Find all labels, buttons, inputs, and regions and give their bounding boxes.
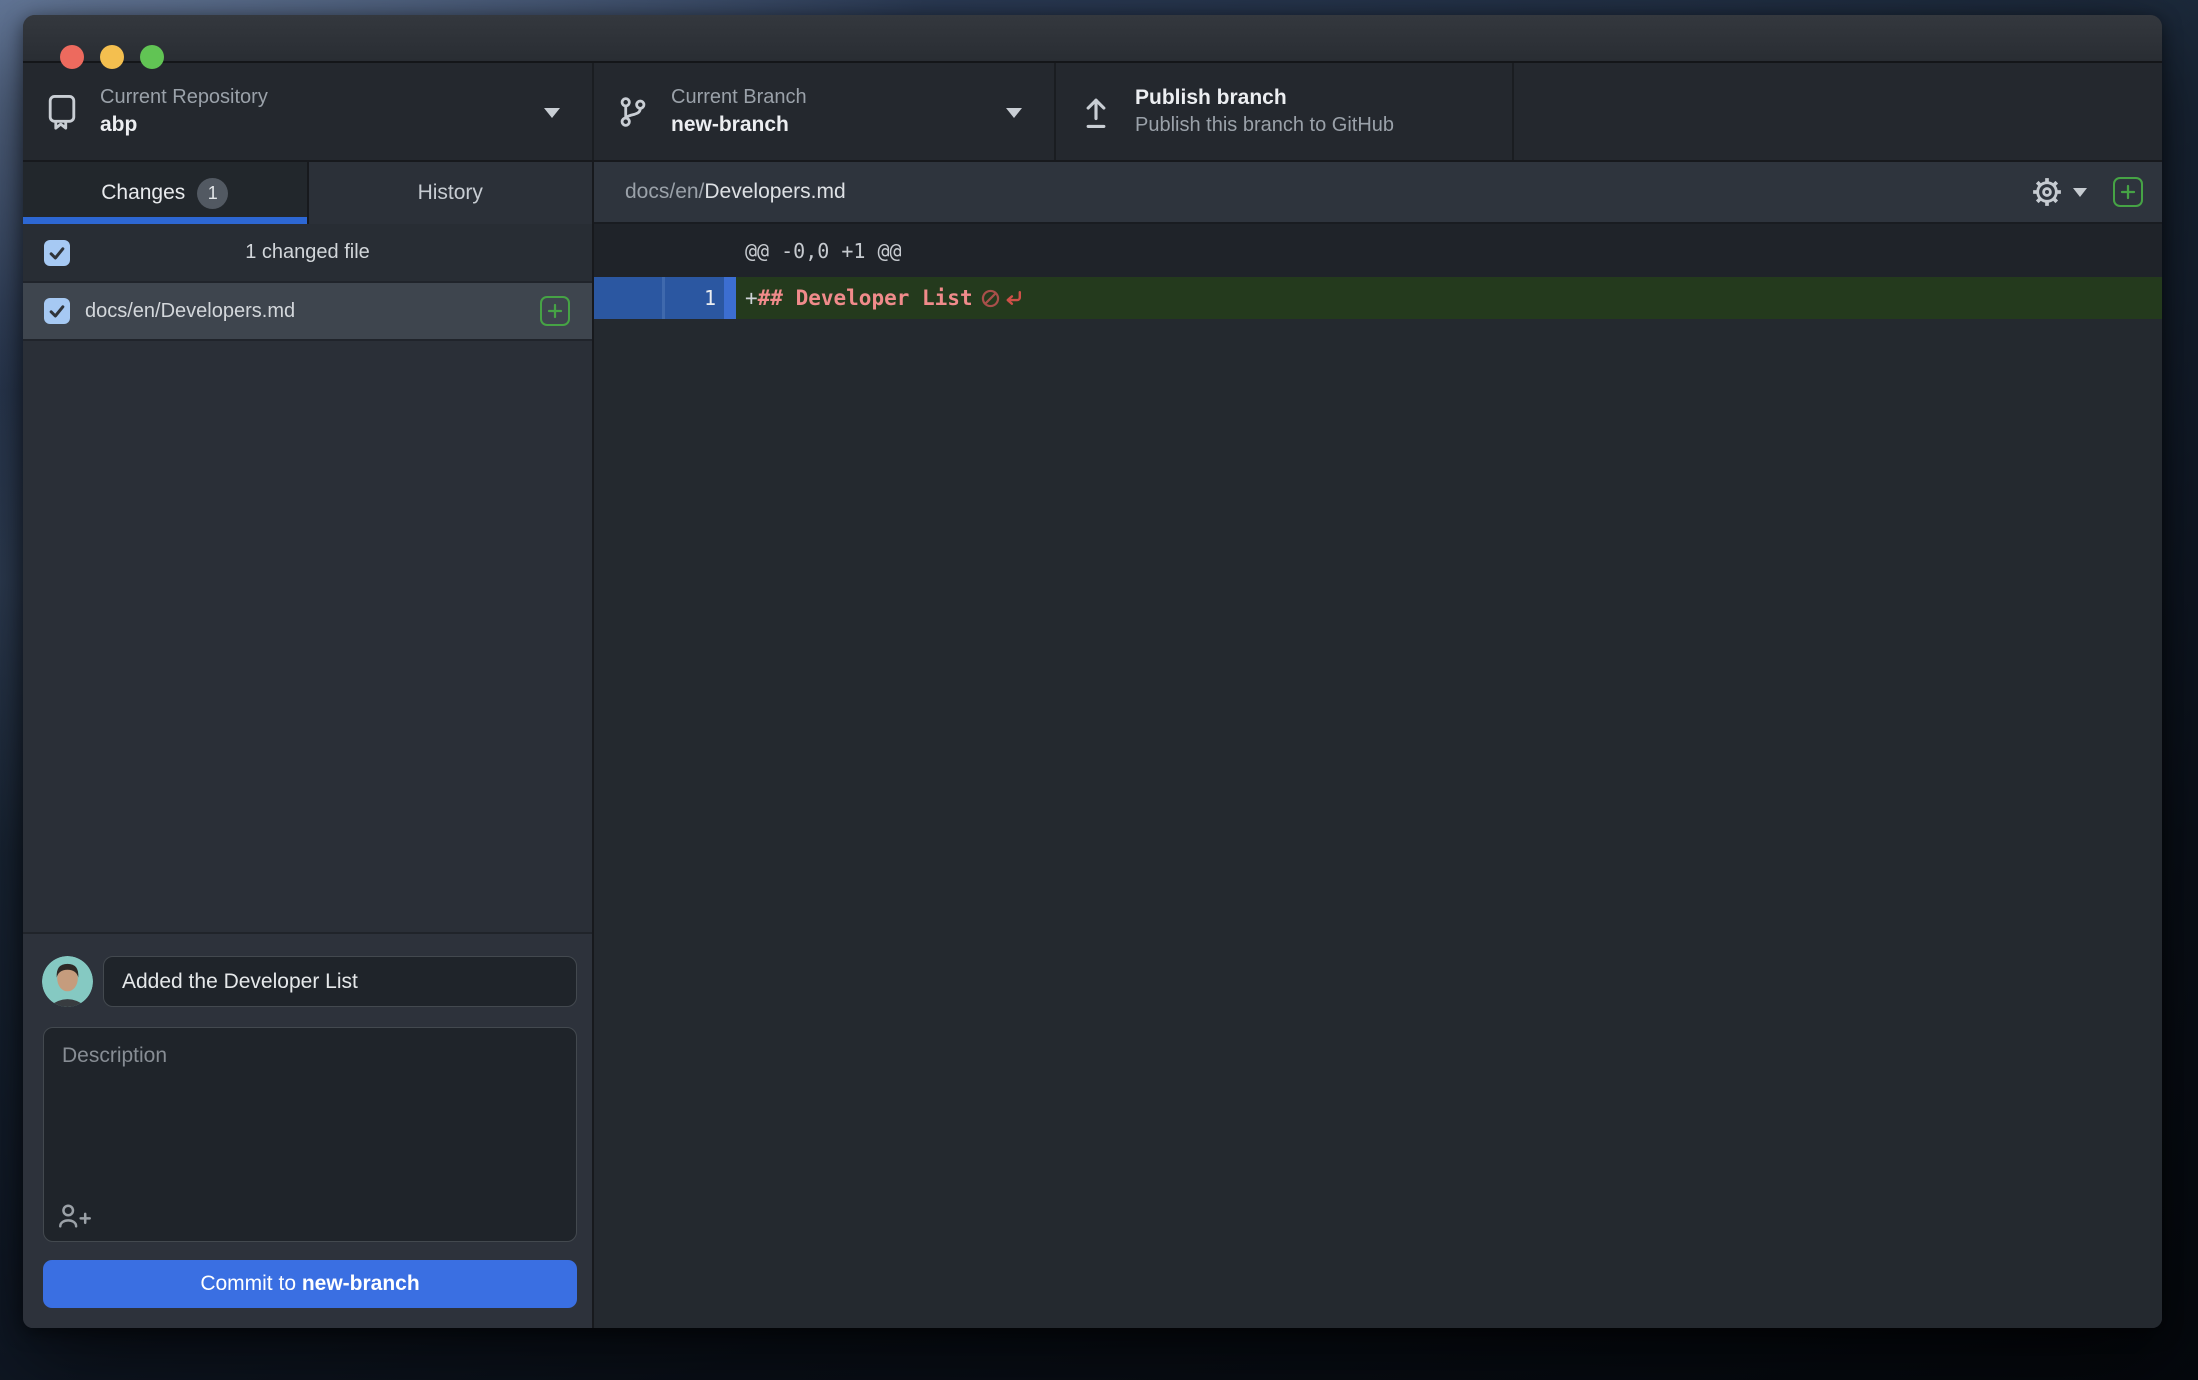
gear-icon [2030, 175, 2064, 209]
add-coauthor-icon[interactable] [58, 1201, 92, 1229]
no-newline-icon [980, 288, 1001, 309]
diff-options-button[interactable] [2030, 175, 2087, 209]
diff-pane: docs/en/Developers.md [594, 162, 2162, 1328]
diff-empty-area [594, 319, 2162, 1328]
active-tab-indicator [23, 217, 307, 224]
gutter-selected-strip [724, 277, 736, 319]
file-row[interactable]: docs/en/Developers.md [23, 283, 592, 341]
sidebar: Changes 1 History 1 changed file docs/ [23, 162, 594, 1328]
hunk-header-text: @@ -0,0 +1 @@ [594, 239, 902, 263]
expand-diff-button[interactable] [2113, 177, 2143, 207]
github-desktop-window: Current Repository abp Current Branch ne… [23, 15, 2162, 1328]
commit-description-box [43, 1027, 577, 1242]
toolbar: Current Repository abp Current Branch ne… [23, 63, 2162, 162]
changes-count-badge: 1 [197, 178, 228, 209]
diff-file-dir: docs/en/ [625, 180, 704, 203]
commit-area: Commit to new-branch [23, 932, 592, 1328]
diff-file-name: Developers.md [704, 180, 845, 203]
current-branch-value: new-branch [671, 112, 807, 138]
return-arrow-icon [1003, 288, 1024, 309]
chevron-down-icon [1006, 108, 1022, 118]
current-repository-selector[interactable]: Current Repository abp [23, 63, 594, 160]
current-branch-label: Current Branch [671, 85, 807, 110]
commit-button[interactable]: Commit to new-branch [43, 1260, 577, 1308]
added-file-icon[interactable] [540, 296, 570, 326]
repo-icon [47, 94, 77, 130]
tab-history-label: History [418, 181, 483, 205]
diff-plus-sign: + [745, 286, 758, 310]
added-line-content: +## Developer List [736, 286, 1024, 310]
title-bar [23, 15, 2162, 63]
chevron-down-icon [2073, 188, 2087, 197]
diff-added-line[interactable]: 1 +## Developer List [594, 277, 2162, 319]
branch-icon [618, 95, 648, 129]
hunk-header-row: @@ -0,0 +1 @@ [594, 224, 2162, 277]
file-list-empty-area [23, 341, 592, 932]
user-avatar [42, 956, 93, 1007]
diff-file-header: docs/en/Developers.md [594, 162, 2162, 224]
current-repository-label: Current Repository [100, 85, 268, 110]
new-line-number-cell[interactable]: 1 [665, 277, 724, 319]
tab-changes-label: Changes [101, 181, 185, 205]
commit-summary-input[interactable] [103, 956, 577, 1007]
changed-files-count: 1 changed file [23, 241, 592, 264]
commit-description-input[interactable] [44, 1028, 576, 1188]
old-line-number-cell[interactable] [594, 277, 662, 319]
file-checkbox[interactable] [44, 298, 70, 324]
current-repository-value: abp [100, 112, 268, 138]
toolbar-spacer [1514, 63, 2162, 160]
current-branch-selector[interactable]: Current Branch new-branch [594, 63, 1056, 160]
sidebar-tabs: Changes 1 History [23, 162, 592, 224]
file-path: docs/en/Developers.md [85, 300, 540, 323]
chevron-down-icon [544, 108, 560, 118]
publish-branch-subtitle: Publish this branch to GitHub [1135, 113, 1394, 138]
tab-changes[interactable]: Changes 1 [23, 162, 307, 224]
upload-icon [1080, 95, 1112, 129]
diff-file-path: docs/en/Developers.md [625, 180, 2030, 204]
publish-branch-button[interactable]: Publish branch Publish this branch to Gi… [1056, 63, 1514, 160]
added-line-text: ## Developer List [758, 286, 973, 310]
tab-history[interactable]: History [307, 162, 593, 224]
publish-branch-title: Publish branch [1135, 85, 1394, 111]
changed-files-header: 1 changed file [23, 224, 592, 283]
select-all-checkbox[interactable] [44, 240, 70, 266]
